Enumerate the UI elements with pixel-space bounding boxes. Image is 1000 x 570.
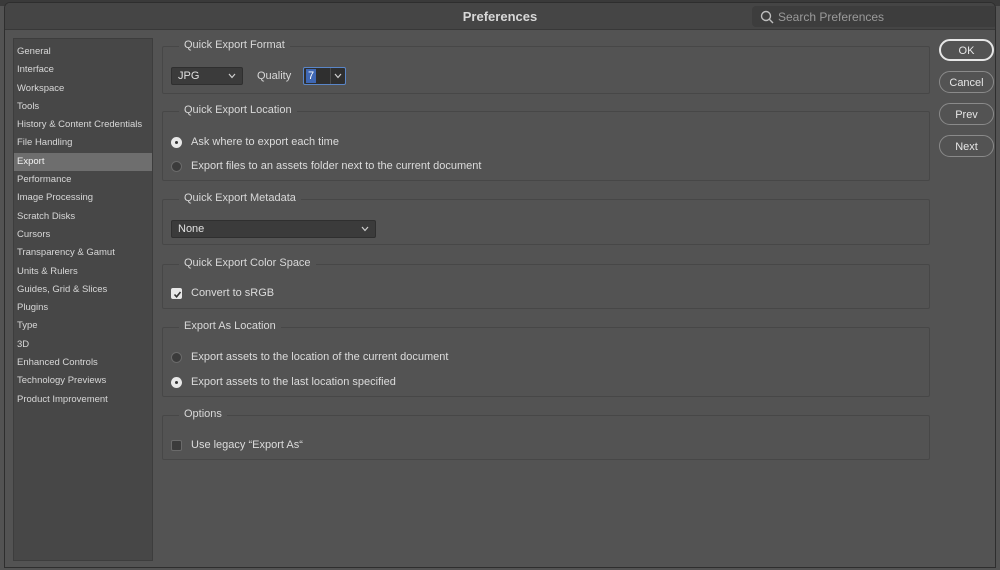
group-title-format: Quick Export Format — [179, 37, 290, 53]
title-bar: Preferences — [5, 3, 995, 30]
group-quick-export-color-space: Quick Export Color Space Convert to sRGB — [162, 255, 930, 309]
radio-label: Export assets to the last location speci… — [191, 376, 396, 388]
checkbox[interactable] — [171, 440, 182, 451]
ok-button[interactable]: OK — [939, 39, 994, 61]
sidebar-item-type[interactable]: Type — [14, 317, 152, 335]
chevron-down-icon — [361, 226, 369, 232]
cancel-button[interactable]: Cancel — [939, 71, 994, 93]
search-input[interactable] — [778, 6, 988, 27]
format-select-value: JPG — [178, 70, 200, 82]
sidebar-item-scratch-disks[interactable]: Scratch Disks — [14, 208, 152, 226]
group-title-colorspace: Quick Export Color Space — [179, 255, 316, 271]
preferences-dialog: Preferences General Interface Workspace … — [4, 2, 996, 568]
sidebar-item-plugins[interactable]: Plugins — [14, 299, 152, 317]
sidebar-item-product-improvement[interactable]: Product Improvement — [14, 391, 152, 409]
checkmark-icon — [173, 291, 182, 299]
radio-button[interactable] — [171, 352, 182, 363]
chevron-down-icon — [334, 73, 342, 79]
radio-label: Export assets to the location of the cur… — [191, 351, 449, 363]
group-title-export-as: Export As Location — [179, 318, 281, 334]
radio-button[interactable] — [171, 137, 182, 148]
sidebar-item-file-handling[interactable]: File Handling — [14, 134, 152, 152]
quality-value: 7 — [306, 69, 317, 83]
group-quick-export-metadata: Quick Export Metadata None — [162, 190, 930, 245]
sidebar-item-general[interactable]: General — [14, 43, 152, 61]
radio-label: Ask where to export each time — [191, 136, 339, 148]
chevron-down-icon — [228, 73, 236, 79]
radio-button[interactable] — [171, 161, 182, 172]
sidebar-item-cursors[interactable]: Cursors — [14, 226, 152, 244]
next-button[interactable]: Next — [939, 135, 994, 157]
sidebar-item-performance[interactable]: Performance — [14, 171, 152, 189]
quality-input[interactable]: 7 — [303, 67, 346, 85]
group-options: Options Use legacy “Export As“ — [162, 406, 930, 460]
sidebar-list: General Interface Workspace Tools Histor… — [14, 39, 152, 409]
sidebar-item-3d[interactable]: 3D — [14, 336, 152, 354]
group-title-options: Options — [179, 406, 227, 422]
sidebar-item-tools[interactable]: Tools — [14, 98, 152, 116]
group-quick-export-location: Quick Export Location Ask where to expor… — [162, 102, 930, 181]
sidebar-item-history[interactable]: History & Content Credentials — [14, 116, 152, 134]
format-select[interactable]: JPG — [171, 67, 243, 85]
search-icon — [760, 10, 774, 24]
sidebar-item-image-processing[interactable]: Image Processing — [14, 189, 152, 207]
checkbox-label: Convert to sRGB — [191, 287, 275, 299]
sidebar-item-transparency[interactable]: Transparency & Gamut — [14, 244, 152, 262]
quality-dropdown-button[interactable] — [330, 68, 345, 84]
group-title-location: Quick Export Location — [179, 102, 297, 118]
sidebar: General Interface Workspace Tools Histor… — [13, 38, 153, 561]
checkbox[interactable] — [171, 288, 182, 299]
sidebar-item-technology-previews[interactable]: Technology Previews — [14, 372, 152, 390]
group-quick-export-format: Quick Export Format JPG Quality 7 — [162, 37, 930, 94]
group-title-metadata: Quick Export Metadata — [179, 190, 301, 206]
metadata-select[interactable]: None — [171, 220, 376, 238]
prev-button[interactable]: Prev — [939, 103, 994, 125]
group-export-as-location: Export As Location Export assets to the … — [162, 318, 930, 397]
sidebar-item-guides[interactable]: Guides, Grid & Slices — [14, 281, 152, 299]
sidebar-item-units-rulers[interactable]: Units & Rulers — [14, 263, 152, 281]
metadata-select-value: None — [178, 223, 205, 235]
sidebar-item-enhanced-controls[interactable]: Enhanced Controls — [14, 354, 152, 372]
sidebar-item-interface[interactable]: Interface — [14, 61, 152, 79]
radio-label: Export files to an assets folder next to… — [191, 160, 482, 172]
sidebar-item-export[interactable]: Export — [14, 152, 152, 172]
quality-label: Quality — [257, 70, 292, 82]
radio-button[interactable] — [171, 377, 182, 388]
checkbox-label: Use legacy “Export As“ — [191, 439, 303, 451]
sidebar-item-workspace[interactable]: Workspace — [14, 80, 152, 98]
search-box[interactable] — [752, 6, 995, 27]
